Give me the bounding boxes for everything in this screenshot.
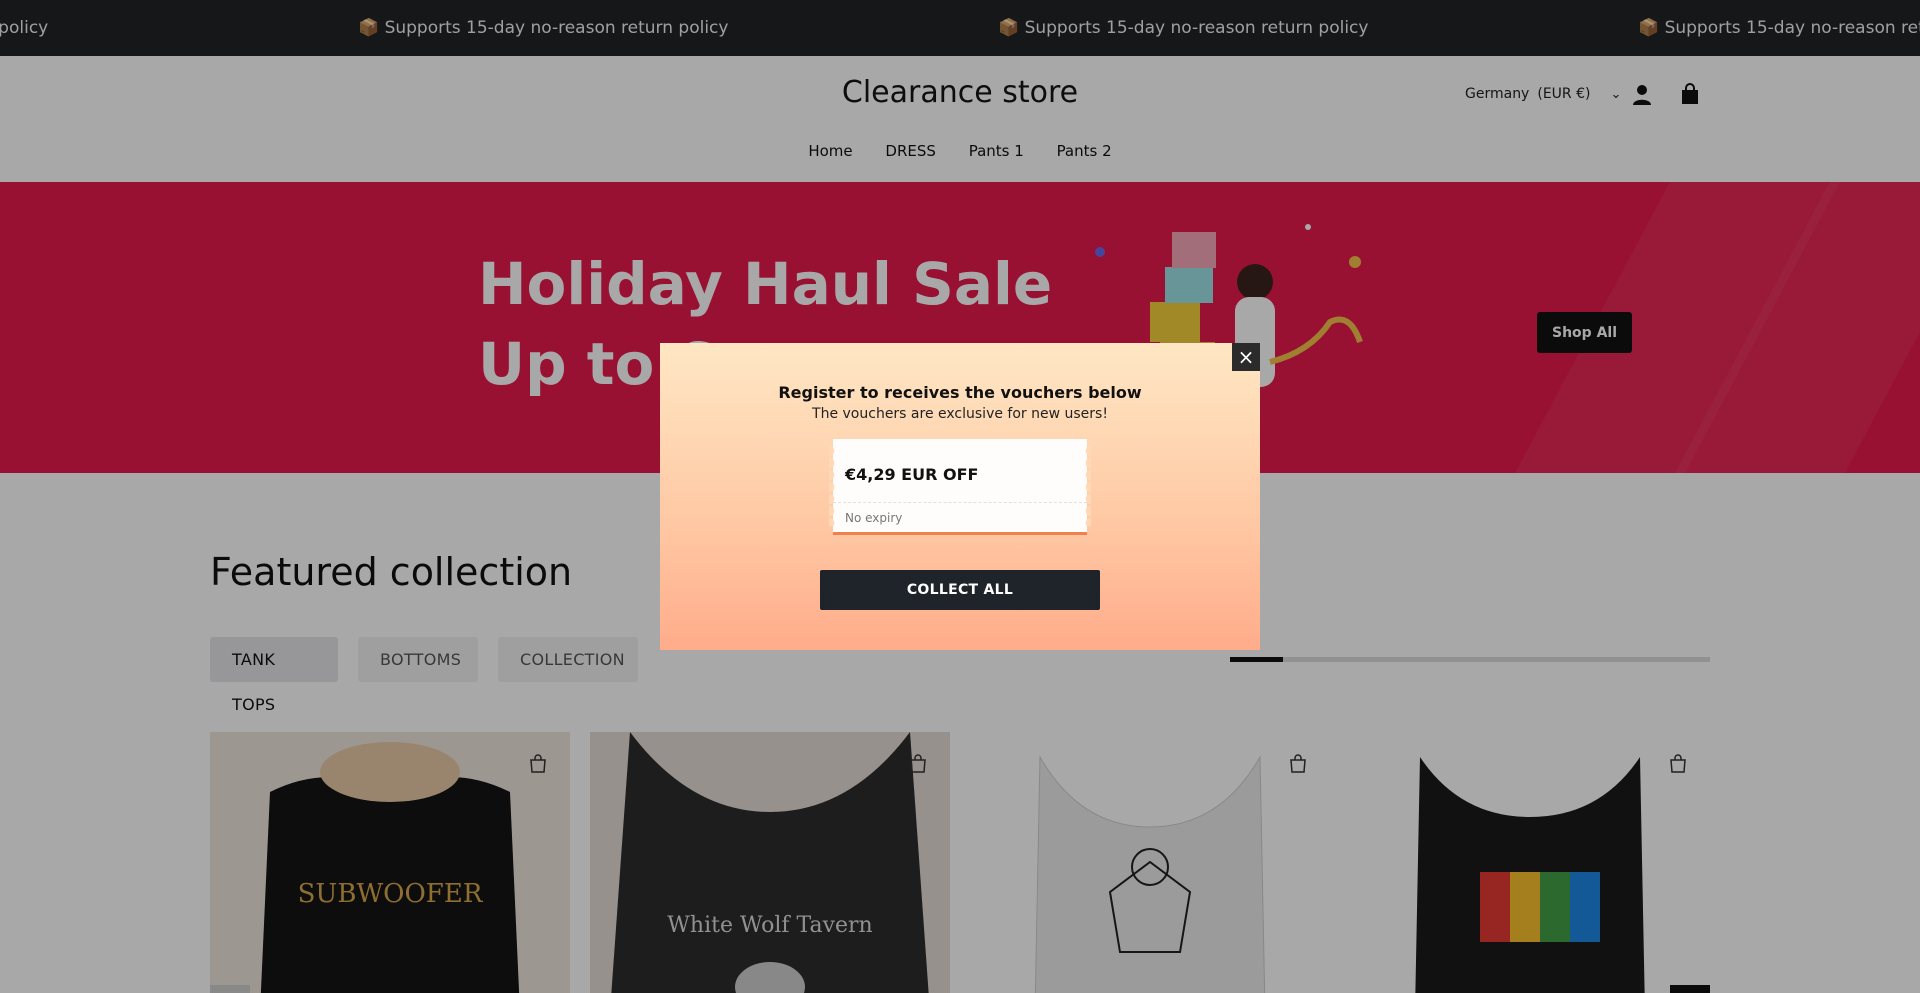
voucher-divider [833, 502, 1087, 503]
popup-subtitle: The vouchers are exclusive for new users… [812, 406, 1108, 422]
collect-all-button[interactable]: COLLECT ALL [820, 570, 1100, 610]
voucher-amount: €4,29 EUR OFF [845, 465, 979, 484]
close-icon[interactable]: × [1232, 343, 1260, 371]
voucher-popup: Register to receives the vouchers below … [660, 343, 1260, 650]
voucher-expiry: No expiry [845, 511, 903, 525]
popup-title: Register to receives the vouchers below [778, 383, 1142, 402]
voucher-card: €4,29 EUR OFF No expiry [829, 439, 1091, 535]
